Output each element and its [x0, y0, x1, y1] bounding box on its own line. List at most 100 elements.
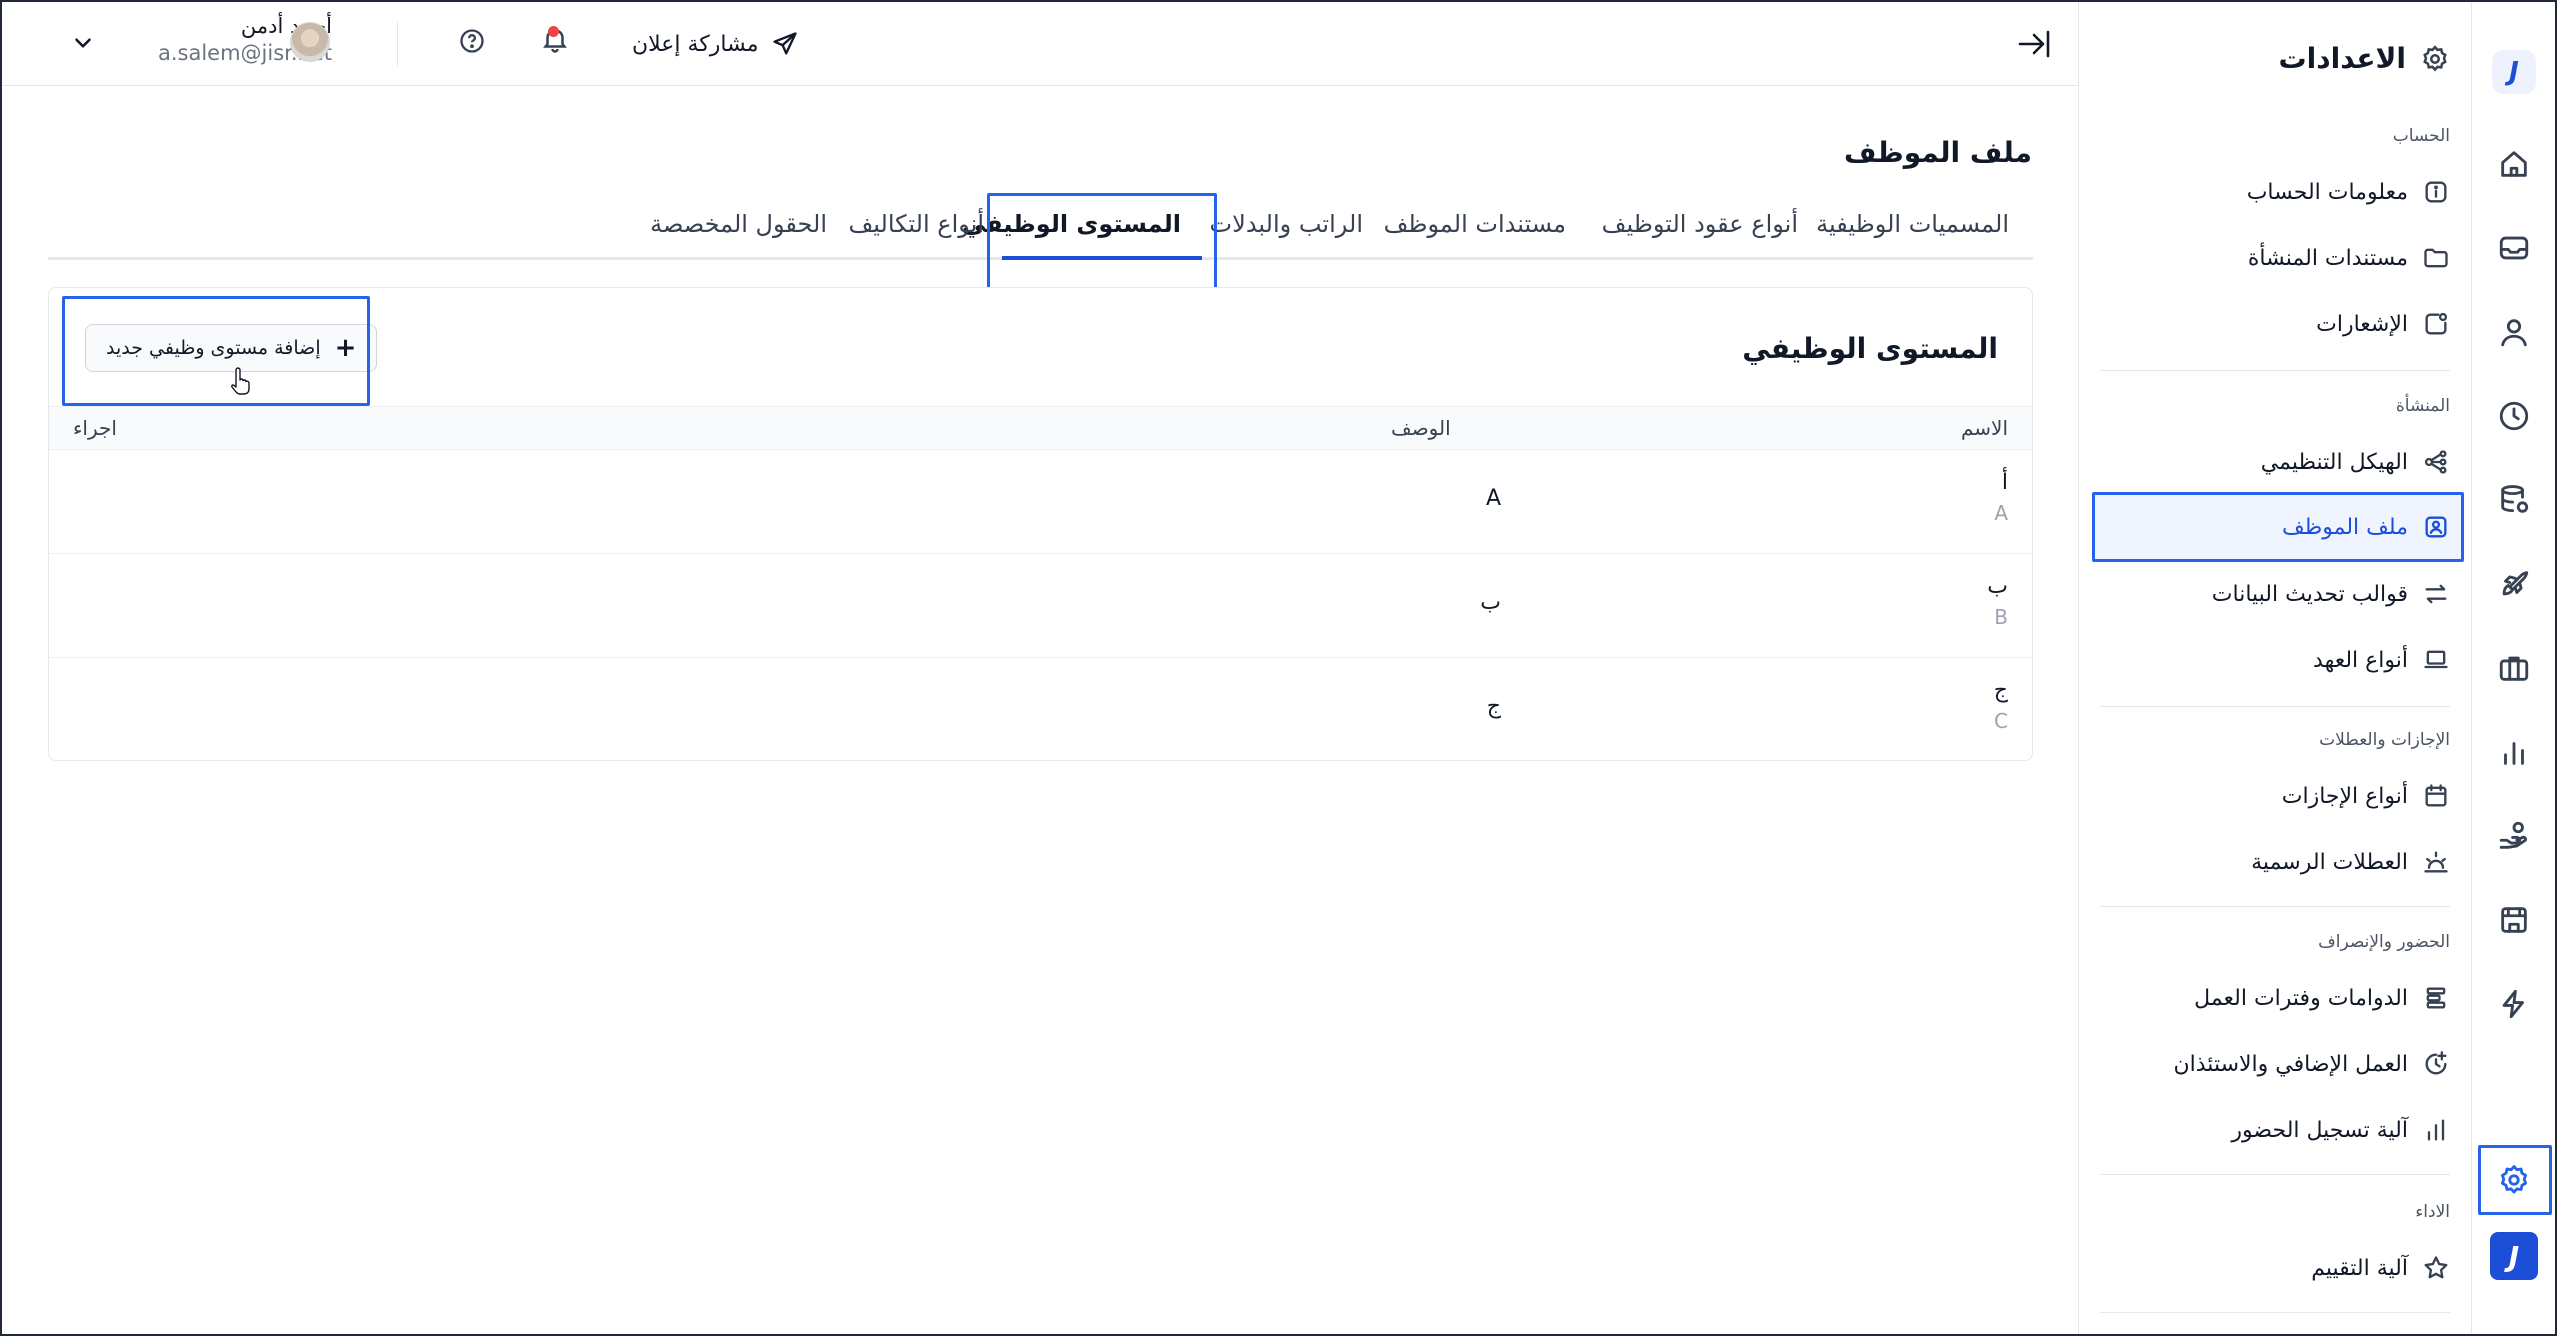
sidebar-item-overtime[interactable]: العمل الإضافي والاستئذان [2173, 1044, 2450, 1084]
share-announcement-label: مشاركة إعلان [632, 31, 759, 57]
divider [2100, 1174, 2450, 1175]
sidebar-item-label: أنواع العهد [2313, 647, 2408, 673]
gear-icon [2423, 44, 2447, 71]
table-row[interactable]: أ A A [49, 450, 2032, 554]
user-icon[interactable] [2494, 312, 2534, 352]
database-icon[interactable] [2494, 480, 2534, 520]
sidebar-item-custody-types[interactable]: أنواع العهد [2313, 640, 2450, 680]
swap-icon [2425, 584, 2447, 604]
settings-sidebar: الاعدادات الحساب معلومات الحساب مستندات … [2078, 2, 2470, 1334]
row-description: A [1485, 486, 1501, 511]
sidebar-item-evaluation-method[interactable]: آلية التقييم [2311, 1248, 2450, 1288]
settings-title-label: الاعدادات [2278, 42, 2406, 75]
sidebar-item-label: قوالب تحديث البيانات [2211, 581, 2408, 607]
section-attendance: الحضور والإنصراف [2318, 932, 2450, 952]
hand-coins-icon[interactable] [2494, 816, 2534, 856]
tab-cost-types[interactable]: أنواع التكاليف [848, 210, 984, 238]
tab-salary-allowances[interactable]: الراتب والبدلات [1210, 210, 1363, 238]
table-header: الاسم الوصف اجراء [49, 406, 2032, 450]
column-name: الاسم [1960, 416, 2008, 440]
sidebar-item-org-structure[interactable]: الهيكل التنظيمي [2261, 442, 2450, 482]
divider [2100, 370, 2450, 371]
notification-dot [548, 26, 559, 37]
sidebar-item-label: الهيكل التنظيمي [2260, 449, 2408, 475]
tab-employee-documents[interactable]: مستندات الموظف [1384, 210, 1566, 238]
sidebar-item-leave-types[interactable]: أنواع الإجازات [2282, 776, 2450, 816]
company-logo[interactable]: J [2490, 1232, 2538, 1280]
briefcase-icon[interactable] [2494, 648, 2534, 688]
sidebar-item-attendance-method[interactable]: آلية تسجيل الحضور [2231, 1110, 2450, 1150]
table-row[interactable]: ج C ج [49, 658, 2032, 762]
sidebar-item-notifications[interactable]: الإشعارات [2316, 304, 2450, 344]
sidebar-item-account-info[interactable]: معلومات الحساب [2247, 172, 2450, 212]
section-account: الحساب [2392, 126, 2450, 146]
help-icon[interactable] [458, 27, 490, 59]
row-name-ar: أ [2001, 470, 2008, 495]
row-name: ب B [1987, 572, 2008, 632]
collapse-sidebar-icon[interactable] [2014, 24, 2054, 64]
column-actions: اجراء [73, 416, 117, 440]
clock-icon[interactable] [2494, 396, 2534, 436]
store-icon[interactable] [2494, 900, 2534, 940]
divider [2100, 706, 2450, 707]
sidebar-item-label: معلومات الحساب [2246, 179, 2408, 205]
sidebar-item-label: الدوامات وفترات العمل [2194, 985, 2408, 1011]
sidebar-item-label: الإشعارات [2316, 311, 2408, 337]
shifts-icon [2426, 987, 2446, 1009]
sidebar-item-label: آلية تسجيل الحضور [2231, 1117, 2408, 1143]
sidebar-item-data-update-templates[interactable]: قوالب تحديث البيانات [2212, 574, 2450, 614]
lightning-icon[interactable] [2494, 984, 2534, 1024]
logo-letter: J [2508, 1239, 2520, 1273]
icon-rail: J J [2471, 2, 2555, 1334]
row-name-en: C [1994, 709, 2008, 733]
divider [397, 22, 398, 66]
chevron-down-icon[interactable] [70, 30, 96, 56]
info-icon [2425, 181, 2447, 203]
section-performance: الاداء [2415, 1202, 2450, 1222]
page-title: ملف الموظف [1843, 136, 2032, 169]
sidebar-item-public-holidays[interactable]: العطلات الرسمية [2251, 842, 2450, 882]
org-chart-icon [2424, 450, 2447, 474]
row-name-ar: ب [1987, 574, 2008, 599]
row-description: ج [1486, 694, 1501, 719]
row-name-en: B [1994, 605, 2008, 629]
sunrise-icon [2424, 851, 2448, 873]
app-logo[interactable]: J [2492, 50, 2536, 94]
sidebar-item-company-documents[interactable]: مستندات المنشأة [2248, 238, 2450, 278]
sidebar-item-label: ملف الموظف [2281, 514, 2408, 540]
logo-letter: J [2509, 57, 2519, 87]
sidebar-item-shifts[interactable]: الدوامات وفترات العمل [2194, 978, 2450, 1018]
home-icon[interactable] [2494, 144, 2534, 184]
share-announcement-button[interactable]: مشاركة إعلان [632, 24, 799, 64]
bar-chart-icon[interactable] [2494, 732, 2534, 772]
folder-icon [2424, 248, 2448, 268]
divider [2100, 906, 2450, 907]
row-name: أ A [1994, 468, 2008, 528]
table-row[interactable]: ب B ب [49, 554, 2032, 658]
hand-cursor-icon [231, 367, 250, 395]
row-description: ب [1480, 590, 1501, 615]
notification-bell-icon[interactable] [540, 24, 576, 60]
row-name-en: A [1994, 501, 2008, 525]
tab-highlight-box [987, 193, 1217, 291]
inbox-icon[interactable] [2494, 228, 2534, 268]
star-icon [2424, 1256, 2448, 1279]
settings-title: الاعدادات [2279, 42, 2450, 75]
settings-icon[interactable] [2494, 1160, 2534, 1200]
add-button-highlight-box [62, 296, 370, 406]
column-description: الوصف [1391, 416, 1451, 440]
row-name: ج C [1994, 676, 2008, 736]
tab-custom-fields[interactable]: الحقول المخصصة [650, 210, 827, 238]
bars-icon [2427, 1119, 2445, 1141]
laptop-icon [2424, 650, 2448, 669]
employee-file-icon [2425, 516, 2447, 538]
rocket-icon[interactable] [2494, 564, 2534, 604]
sidebar-item-employee-file[interactable]: ملف الموظف [2282, 507, 2450, 547]
sidebar-item-label: العطلات الرسمية [2251, 849, 2408, 875]
calendar-icon [2425, 784, 2447, 807]
avatar[interactable] [290, 22, 330, 62]
sidebar-item-label: مستندات المنشأة [2247, 245, 2408, 271]
tab-job-titles[interactable]: المسميات الوظيفية [1816, 210, 2009, 238]
tab-contract-types[interactable]: أنواع عقود التوظيف [1602, 210, 1798, 238]
notification-icon [2425, 312, 2448, 335]
